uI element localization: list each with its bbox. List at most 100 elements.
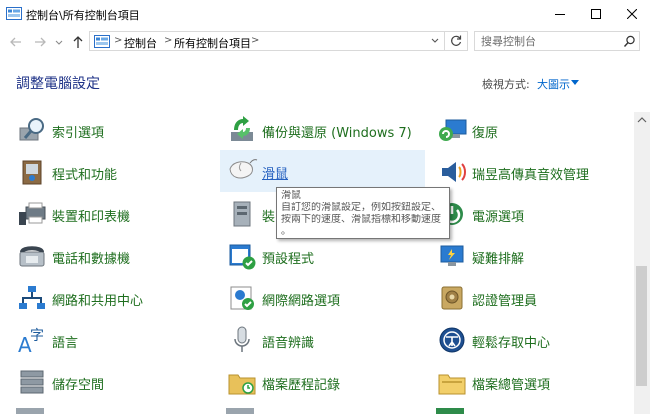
vertical-scrollbar[interactable] — [634, 112, 650, 414]
item-network-sharing[interactable]: 網路和共用中心 — [10, 281, 210, 315]
partial-item-icon — [436, 408, 464, 414]
item-label: 瑞昱高傳真音效管理 — [472, 168, 590, 183]
breadcrumb-all-items[interactable]: 所有控制台項目 — [174, 35, 251, 51]
address-bar[interactable]: > 控制台 > 所有控制台項目 > — [89, 31, 468, 51]
item-label: 語言 — [52, 336, 79, 351]
item-devices-printers[interactable]: 裝置和印表機 — [10, 197, 210, 231]
up-button[interactable] — [70, 34, 86, 50]
page-title: 調整電腦設定 — [16, 76, 100, 92]
view-by-label: 檢視方式: — [482, 78, 530, 91]
file-explorer-options-icon — [438, 374, 466, 395]
item-recovery[interactable]: 復原 — [430, 113, 630, 147]
control-panel-icon — [6, 7, 22, 20]
refresh-icon[interactable] — [449, 34, 463, 48]
recent-locations-button[interactable] — [54, 34, 64, 50]
tooltip-line: 。 — [281, 226, 291, 237]
realtek-audio-icon — [442, 162, 466, 182]
item-power-options[interactable]: 電源選項 — [430, 197, 630, 231]
title-bar: 控制台\所有控制台項目 — [0, 0, 650, 28]
item-mouse[interactable]: 滑鼠 — [220, 150, 425, 192]
ease-of-access-icon — [439, 327, 465, 353]
speech-recognition-icon — [234, 326, 250, 352]
item-label: 疑難排解 — [472, 252, 525, 267]
item-label: 裝 — [262, 210, 276, 225]
address-dropdown-icon[interactable] — [430, 37, 440, 45]
language-icon: A 字 — [18, 328, 44, 356]
troubleshooting-icon — [440, 245, 464, 266]
item-label: 檔案總管選項 — [472, 378, 551, 393]
item-label: 預設程式 — [262, 252, 315, 267]
chevron-down-icon — [55, 40, 63, 45]
item-label: 電源選項 — [472, 210, 525, 225]
svg-text:字: 字 — [30, 328, 44, 344]
breadcrumb-separator: > — [251, 35, 260, 46]
maximize-button[interactable] — [578, 0, 614, 28]
item-default-programs[interactable]: 預設程式 — [220, 239, 425, 273]
item-label: 索引選項 — [52, 126, 105, 141]
breadcrumb-separator: > — [164, 35, 173, 46]
item-label: 檔案歷程記錄 — [262, 378, 341, 393]
minimize-icon — [555, 14, 565, 15]
devices-printers-icon — [19, 202, 46, 225]
programs-features-icon — [22, 160, 42, 185]
item-label: 裝置和印表機 — [52, 210, 131, 225]
forward-button[interactable] — [32, 34, 48, 50]
item-file-explorer-options[interactable]: 檔案總管選項 — [430, 365, 630, 399]
tooltip-title: 滑鼠 — [281, 190, 301, 201]
item-label: 程式和功能 — [52, 168, 118, 183]
item-phone-modem[interactable]: 電話和數據機 — [10, 239, 210, 273]
file-history-icon — [228, 374, 256, 395]
tooltip-line: 自訂您的滑鼠設定，例如按鈕設定、 — [281, 202, 441, 213]
maximize-icon — [591, 9, 601, 19]
minimize-button[interactable] — [542, 0, 578, 28]
item-storage-spaces[interactable]: 儲存空間 — [10, 365, 210, 399]
item-label: 語音辨識 — [262, 336, 315, 351]
back-button[interactable] — [8, 34, 24, 50]
search-box[interactable] — [474, 31, 640, 51]
search-input[interactable] — [475, 32, 621, 50]
breadcrumb-control-panel[interactable]: 控制台 — [124, 35, 157, 51]
control-panel-icon — [94, 35, 110, 48]
item-label: 滑鼠 — [262, 167, 289, 182]
item-troubleshooting[interactable]: 疑難排解 — [430, 239, 630, 273]
item-label: 網路和共用中心 — [52, 294, 144, 309]
item-language[interactable]: A 字 語言 — [10, 323, 210, 357]
device-manager-icon — [233, 201, 251, 227]
item-internet-options[interactable]: 網際網路選項 — [220, 281, 425, 315]
credential-manager-icon — [441, 286, 463, 310]
mouse-icon — [229, 159, 258, 179]
item-label: 電話和數據機 — [52, 252, 131, 267]
scrollbar-thumb[interactable] — [636, 266, 647, 386]
internet-options-icon — [230, 286, 254, 310]
item-indexing-options[interactable]: 索引選項 — [10, 113, 210, 147]
chevron-down-icon[interactable] — [571, 80, 579, 85]
storage-spaces-icon — [20, 370, 44, 394]
backup-restore-icon — [231, 116, 253, 141]
item-credential-manager[interactable]: 認證管理員 — [430, 281, 630, 315]
indexing-options-icon — [19, 118, 44, 141]
default-programs-icon — [229, 244, 256, 270]
item-label: 網際網路選項 — [262, 294, 341, 309]
tooltip-line: 按兩下的速度、滑鼠指標和移動速度 — [281, 214, 441, 225]
control-panel-items: 索引選項 備份與還原 (Windows 7) 復原 程式和功能 滑鼠 瑞昱高傳真… — [0, 112, 634, 414]
window-title: 控制台\所有控制台項目 — [26, 9, 140, 22]
view-by-dropdown[interactable]: 大圖示 — [537, 76, 570, 92]
item-device-manager[interactable]: 裝 — [220, 197, 280, 231]
item-programs-features[interactable]: 程式和功能 — [10, 155, 210, 189]
partial-item-icon — [226, 408, 254, 414]
close-button[interactable] — [614, 0, 650, 28]
search-icon[interactable] — [623, 35, 636, 48]
item-label: 儲存空間 — [52, 378, 105, 393]
item-speech-recognition[interactable]: 語音辨識 — [220, 323, 425, 357]
item-backup-restore[interactable]: 備份與還原 (Windows 7) — [220, 113, 425, 147]
forward-arrow-icon — [35, 37, 46, 47]
item-realtek-audio[interactable]: 瑞昱高傳真音效管理 — [430, 155, 630, 189]
phone-modem-icon — [19, 246, 45, 267]
close-icon — [627, 9, 637, 19]
scroll-up-arrow-icon[interactable] — [634, 112, 650, 128]
item-ease-of-access[interactable]: 輕鬆存取中心 — [430, 323, 630, 357]
network-sharing-icon — [19, 286, 45, 309]
item-file-history[interactable]: 檔案歷程記錄 — [220, 365, 425, 399]
breadcrumb-separator: > — [114, 35, 123, 46]
item-label: 輕鬆存取中心 — [472, 336, 551, 351]
